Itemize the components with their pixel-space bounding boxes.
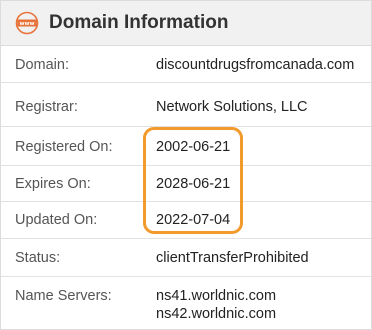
expires-on-value: 2028-06-21	[156, 176, 231, 192]
expires-on-label: Expires On:	[15, 176, 91, 192]
row-domain: Domain: discountdrugsfromcanada.com	[1, 46, 371, 83]
card-header: www Domain Information	[1, 1, 371, 46]
name-servers-list: ns41.worldnic.com ns42.worldnic.com	[156, 287, 276, 323]
name-server-item: ns41.worldnic.com	[156, 288, 277, 304]
row-name-servers: Name Servers: ns41.worldnic.com ns42.wor…	[1, 277, 371, 329]
www-globe-icon: www	[15, 11, 39, 35]
domain-label: Domain:	[15, 57, 69, 73]
domain-value: discountdrugsfromcanada.com	[156, 57, 355, 73]
registrar-label: Registrar:	[15, 99, 78, 115]
name-servers-label: Name Servers:	[15, 288, 112, 304]
registered-on-value: 2002-06-21	[156, 139, 231, 155]
row-status: Status: clientTransferProhibited	[1, 239, 371, 277]
registered-on-label: Registered On:	[15, 139, 113, 155]
status-value: clientTransferProhibited	[156, 250, 309, 266]
row-registrar: Registrar: Network Solutions, LLC	[1, 83, 371, 127]
name-server-item: ns42.worldnic.com	[156, 306, 277, 322]
row-expires-on: Expires On: 2028-06-21	[1, 166, 371, 202]
svg-text:www: www	[20, 21, 35, 27]
registrar-value: Network Solutions, LLC	[156, 99, 308, 115]
row-registered-on: Registered On: 2002-06-21	[1, 127, 371, 166]
status-label: Status:	[15, 250, 61, 266]
updated-on-label: Updated On:	[15, 212, 98, 228]
card-title: Domain Information	[49, 12, 229, 33]
row-updated-on: Updated On: 2022-07-04	[1, 202, 371, 239]
updated-on-value: 2022-07-04	[156, 212, 231, 228]
domain-info-card: www Domain Information Domain: discountd…	[0, 0, 372, 330]
